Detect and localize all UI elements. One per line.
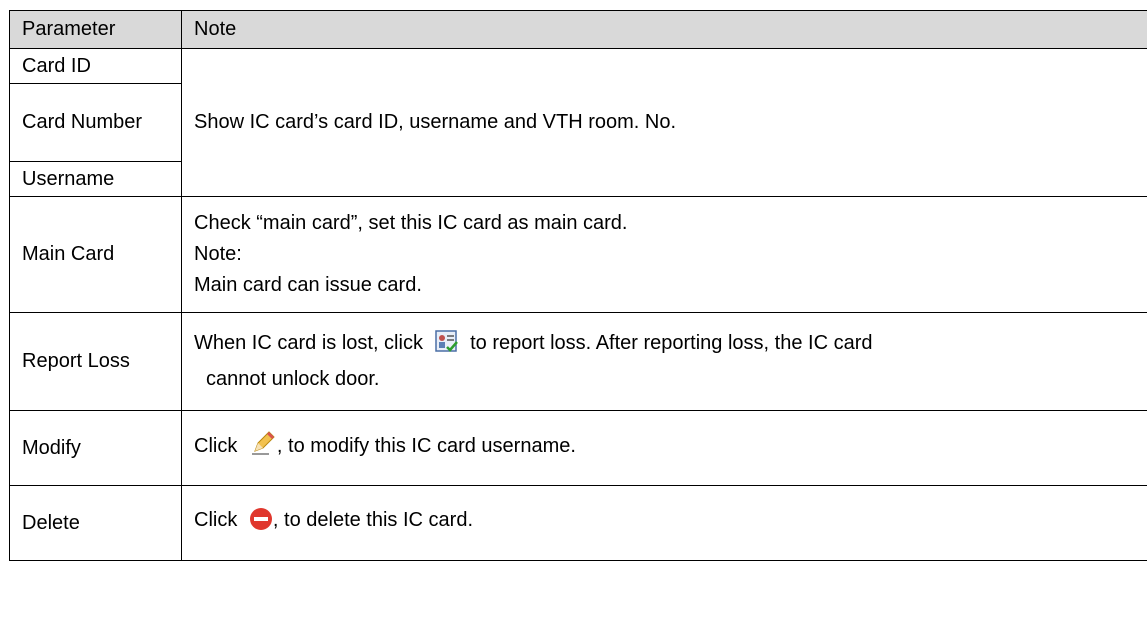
main-card-line-2: Note: bbox=[194, 243, 242, 265]
table-row-modify: Modify Click , to modify this IC card us… bbox=[9, 410, 1147, 486]
table-row-card-id: Card ID Show IC card’s card ID, username… bbox=[9, 48, 1147, 197]
main-card-line-1: Check “main card”, set this IC card as m… bbox=[194, 212, 628, 234]
table-row-report-loss: Report Loss When IC card is lost, click bbox=[9, 312, 1147, 411]
report-loss-icon bbox=[434, 330, 459, 364]
param-report-loss: Report Loss bbox=[9, 312, 182, 411]
param-delete: Delete bbox=[9, 485, 182, 561]
header-note: Note bbox=[181, 10, 1147, 49]
param-card-id: Card ID bbox=[9, 48, 182, 84]
modify-text-after: , to modify this IC card username. bbox=[276, 435, 576, 457]
note-delete: Click , to delete this IC card. bbox=[181, 485, 1147, 561]
param-main-card: Main Card bbox=[9, 196, 182, 313]
report-loss-line-2: cannot unlock door. bbox=[206, 368, 380, 390]
table-row-delete: Delete Click , to delete this IC card. bbox=[9, 485, 1147, 561]
report-loss-text-before: When IC card is lost, click bbox=[194, 332, 423, 354]
header-parameter: Parameter bbox=[9, 10, 182, 49]
main-card-line-3: Main card can issue card. bbox=[194, 274, 422, 296]
note-report-loss: When IC card is lost, click to report lo… bbox=[181, 312, 1147, 411]
param-modify: Modify bbox=[9, 410, 182, 486]
modify-text-before: Click bbox=[194, 435, 238, 457]
table-row-main-card: Main Card Check “main card”, set this IC… bbox=[9, 196, 1147, 313]
pencil-icon bbox=[249, 429, 277, 467]
note-card-info-text: Show IC card’s card ID, username and VTH… bbox=[194, 111, 677, 133]
note-card-info: Show IC card’s card ID, username and VTH… bbox=[181, 48, 1147, 197]
note-modify: Click , to modify this IC card username. bbox=[181, 410, 1147, 486]
note-main-card: Check “main card”, set this IC card as m… bbox=[181, 196, 1147, 313]
delete-text-after: , to delete this IC card. bbox=[272, 509, 474, 531]
report-loss-text-after: to report loss. After reporting loss, th… bbox=[470, 332, 873, 354]
param-username: Username bbox=[9, 161, 182, 197]
table-header-row: Parameter Note bbox=[9, 10, 1147, 49]
delete-icon bbox=[249, 507, 273, 541]
parameter-table: Parameter Note Card ID Show IC card’s ca… bbox=[9, 10, 1147, 561]
delete-text-before: Click bbox=[194, 509, 238, 531]
param-card-number: Card Number bbox=[9, 83, 182, 162]
